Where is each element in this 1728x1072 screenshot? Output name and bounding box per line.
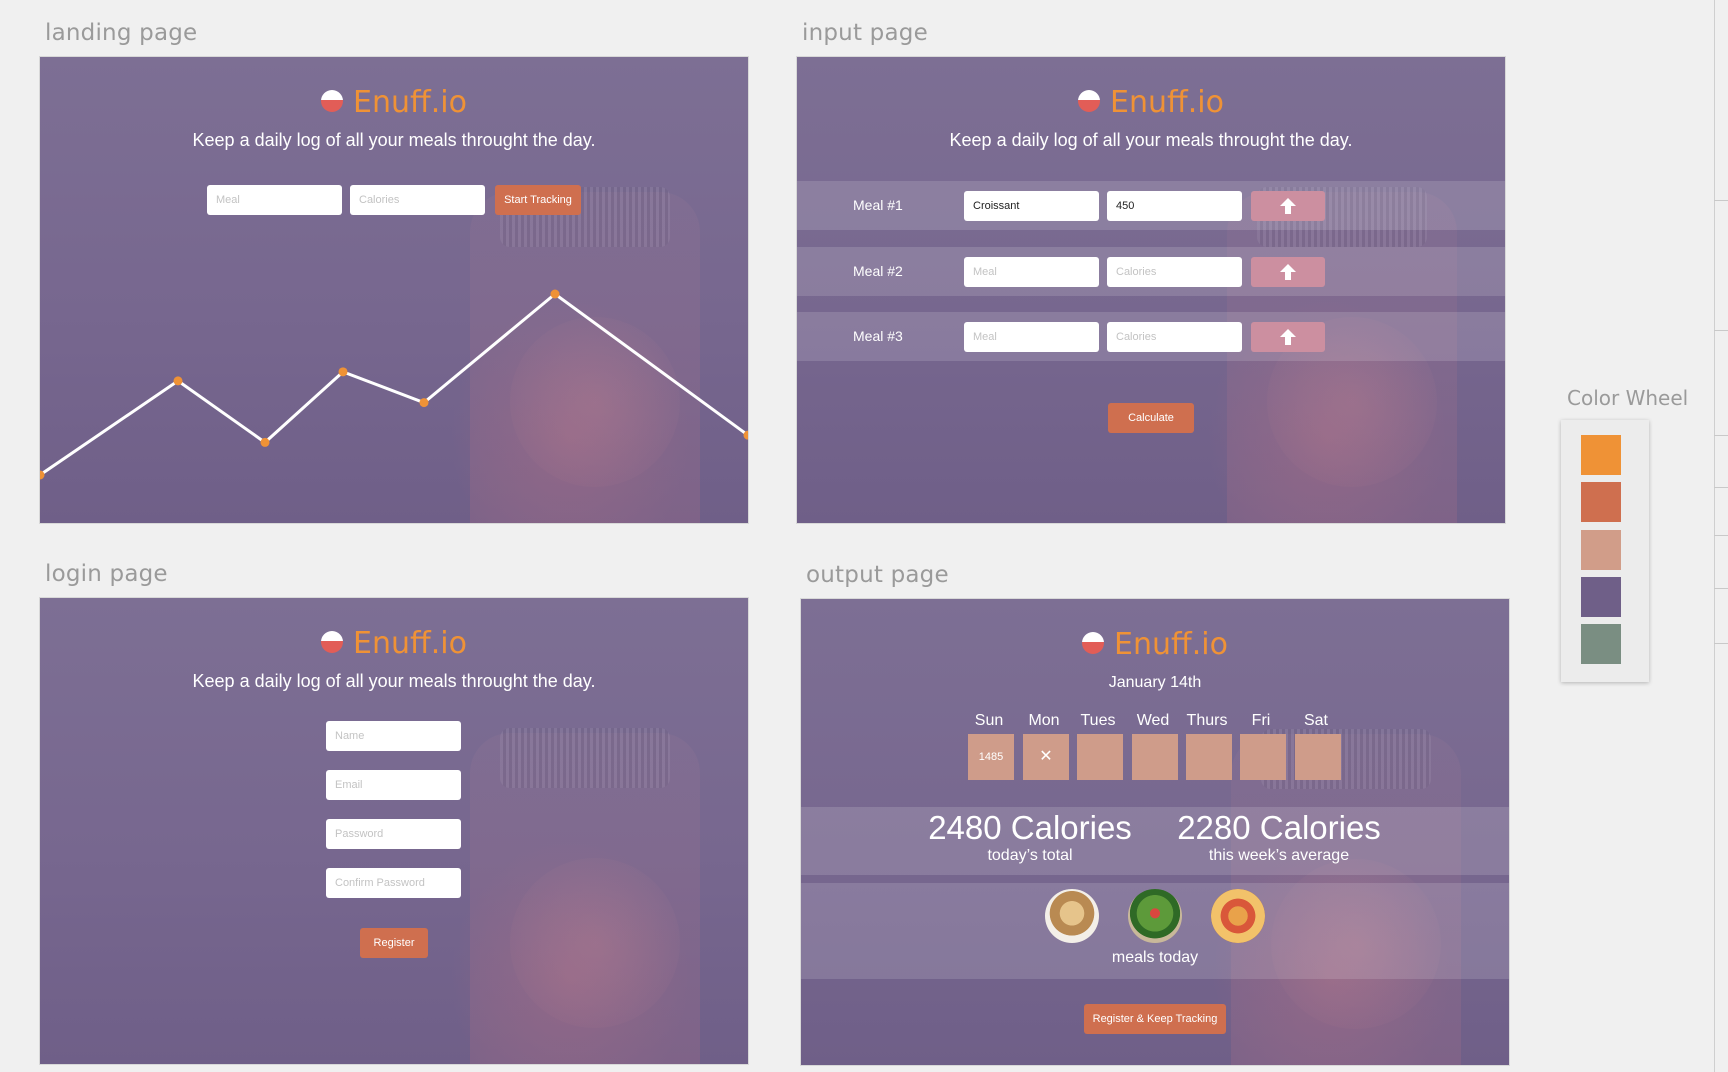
calculate-button[interactable]: Calculate xyxy=(1108,403,1194,433)
logo[interactable]: Enuff.io xyxy=(797,85,1505,120)
trend-point xyxy=(419,398,429,408)
meal-row: Meal #3 Meal Calories xyxy=(797,312,1505,361)
meal-photo-salad[interactable] xyxy=(1128,889,1182,943)
meal-input[interactable]: Meal xyxy=(964,322,1099,352)
login-artboard: Enuff.io Keep a daily log of all your me… xyxy=(40,598,748,1064)
ruler-tick xyxy=(1714,435,1728,436)
logo[interactable]: Enuff.io xyxy=(40,626,748,661)
day-box-sat[interactable] xyxy=(1295,734,1341,780)
week-average-label: this week’s average xyxy=(1208,847,1350,864)
bowl-icon xyxy=(1082,631,1105,654)
current-date: January 14th xyxy=(1108,674,1202,691)
bowl-icon xyxy=(1078,89,1101,112)
day-box-wed[interactable] xyxy=(1132,734,1178,780)
color-wheel-title: Color Wheel xyxy=(1567,386,1689,410)
fruit-image xyxy=(510,858,680,1028)
confirm-password-input[interactable]: Confirm Password xyxy=(326,868,461,898)
swatch-orange[interactable] xyxy=(1581,435,1621,475)
day-label-tues: Tues xyxy=(1080,712,1116,729)
trend-point xyxy=(173,376,183,386)
right-ruler xyxy=(1714,0,1715,1072)
name-input[interactable]: Name xyxy=(326,721,461,751)
calories-input[interactable]: Calories xyxy=(1107,257,1242,287)
today-total-label: today’s total xyxy=(987,847,1073,864)
day-box-mon[interactable]: ✕ xyxy=(1023,734,1069,780)
ruler-tick xyxy=(1714,200,1728,201)
login-page-title: login page xyxy=(45,561,168,587)
day-box-tues[interactable] xyxy=(1077,734,1123,780)
swatch-burnt-orange[interactable] xyxy=(1581,482,1621,522)
email-input[interactable]: Email xyxy=(326,770,461,800)
tagline: Keep a daily log of all your meals throu… xyxy=(949,130,1353,150)
meal-row-label: Meal #1 xyxy=(853,197,903,213)
trend-line xyxy=(40,292,748,477)
output-artboard: Enuff.io January 14th Sun Mon Tues Wed T… xyxy=(801,599,1509,1065)
day-label-mon: Mon xyxy=(1028,712,1060,729)
jar-lid-image xyxy=(500,728,670,788)
swatch-purple[interactable] xyxy=(1581,577,1621,617)
meal-row-label: Meal #2 xyxy=(853,263,903,279)
day-label-thurs: Thurs xyxy=(1186,712,1228,729)
meal-input[interactable]: Croissant xyxy=(964,191,1099,221)
output-page-title: output page xyxy=(806,562,949,588)
brand-name: Enuff.io xyxy=(1114,627,1228,662)
swatch-sage[interactable] xyxy=(1581,624,1621,664)
meal-row: Meal #1 Croissant 450 xyxy=(797,181,1505,230)
color-wheel-card xyxy=(1561,420,1649,682)
jar-lid-image xyxy=(1261,729,1431,789)
upload-meal-button[interactable] xyxy=(1251,322,1325,352)
meal-photo-pizza[interactable] xyxy=(1211,889,1265,943)
day-box-sun[interactable]: 1485 xyxy=(968,734,1014,780)
week-average-value: 2280 Calories xyxy=(1177,809,1381,846)
arrow-up-icon xyxy=(1280,198,1296,214)
meal-photo-pasta[interactable] xyxy=(1045,889,1099,943)
password-input[interactable]: Password xyxy=(326,819,461,849)
ruler-tick xyxy=(1714,535,1728,536)
upload-meal-button[interactable] xyxy=(1251,191,1325,221)
input-artboard: Enuff.io Keep a daily log of all your me… xyxy=(797,57,1505,523)
arrow-up-icon xyxy=(1280,329,1296,345)
trend-line-chart xyxy=(40,289,748,480)
meal-row-label: Meal #3 xyxy=(853,328,903,344)
day-box-thurs[interactable] xyxy=(1186,734,1232,780)
landing-artboard: Enuff.io Keep a daily log of all your me… xyxy=(40,57,748,523)
ruler-tick xyxy=(1714,643,1728,644)
logo[interactable]: Enuff.io xyxy=(801,627,1509,662)
trend-point xyxy=(338,367,348,377)
arrow-up-icon xyxy=(1280,264,1296,280)
bowl-icon xyxy=(321,630,344,653)
landing-page-title: landing page xyxy=(45,20,198,46)
register-button[interactable]: Register xyxy=(360,928,428,958)
trend-point xyxy=(550,289,560,299)
calories-input[interactable]: Calories xyxy=(1107,322,1242,352)
ruler-tick xyxy=(1714,588,1728,589)
calories-input[interactable]: 450 xyxy=(1107,191,1242,221)
register-keep-tracking-button[interactable]: Register & Keep Tracking xyxy=(1084,1004,1226,1034)
trend-point xyxy=(260,437,270,447)
brand-name: Enuff.io xyxy=(1110,85,1224,120)
day-label-fri: Fri xyxy=(1251,712,1271,729)
input-page-title: input page xyxy=(802,20,928,46)
day-label-sun: Sun xyxy=(974,712,1004,729)
meals-today-label: meals today xyxy=(1111,949,1199,966)
day-label-wed: Wed xyxy=(1136,712,1170,729)
meal-row: Meal #2 Meal Calories xyxy=(797,247,1505,296)
ruler-tick xyxy=(1714,330,1728,331)
day-box-fri[interactable] xyxy=(1240,734,1286,780)
today-total-value: 2480 Calories xyxy=(928,809,1132,846)
day-label-sat: Sat xyxy=(1303,712,1328,729)
upload-meal-button[interactable] xyxy=(1251,257,1325,287)
ruler-tick xyxy=(1714,487,1728,488)
brand-name: Enuff.io xyxy=(353,626,467,661)
swatch-peach[interactable] xyxy=(1581,530,1621,570)
tagline: Keep a daily log of all your meals throu… xyxy=(192,671,596,691)
meal-input[interactable]: Meal xyxy=(964,257,1099,287)
